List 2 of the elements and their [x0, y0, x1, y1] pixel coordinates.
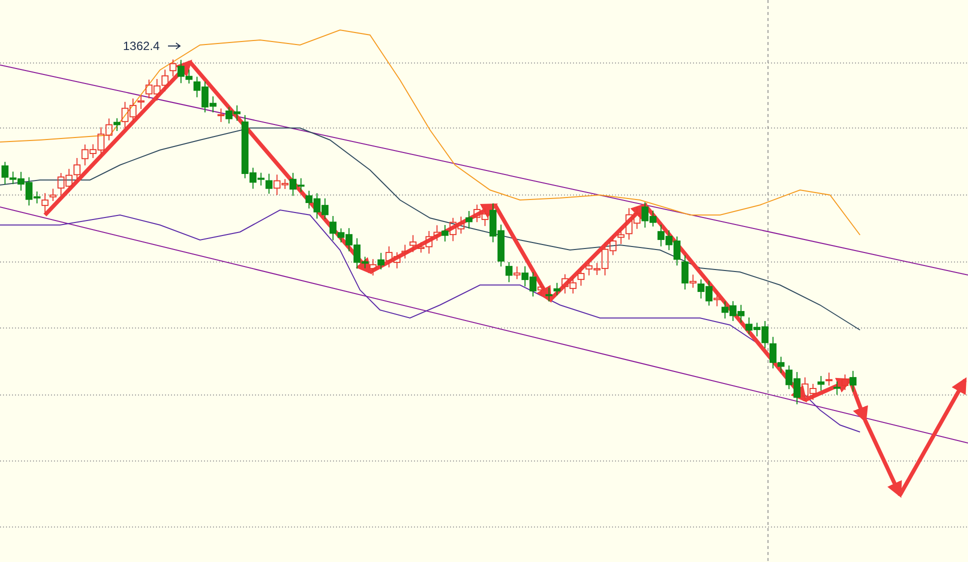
pointer-arrow-icon: [168, 42, 181, 50]
high-price-label: 1362.4: [123, 39, 160, 53]
